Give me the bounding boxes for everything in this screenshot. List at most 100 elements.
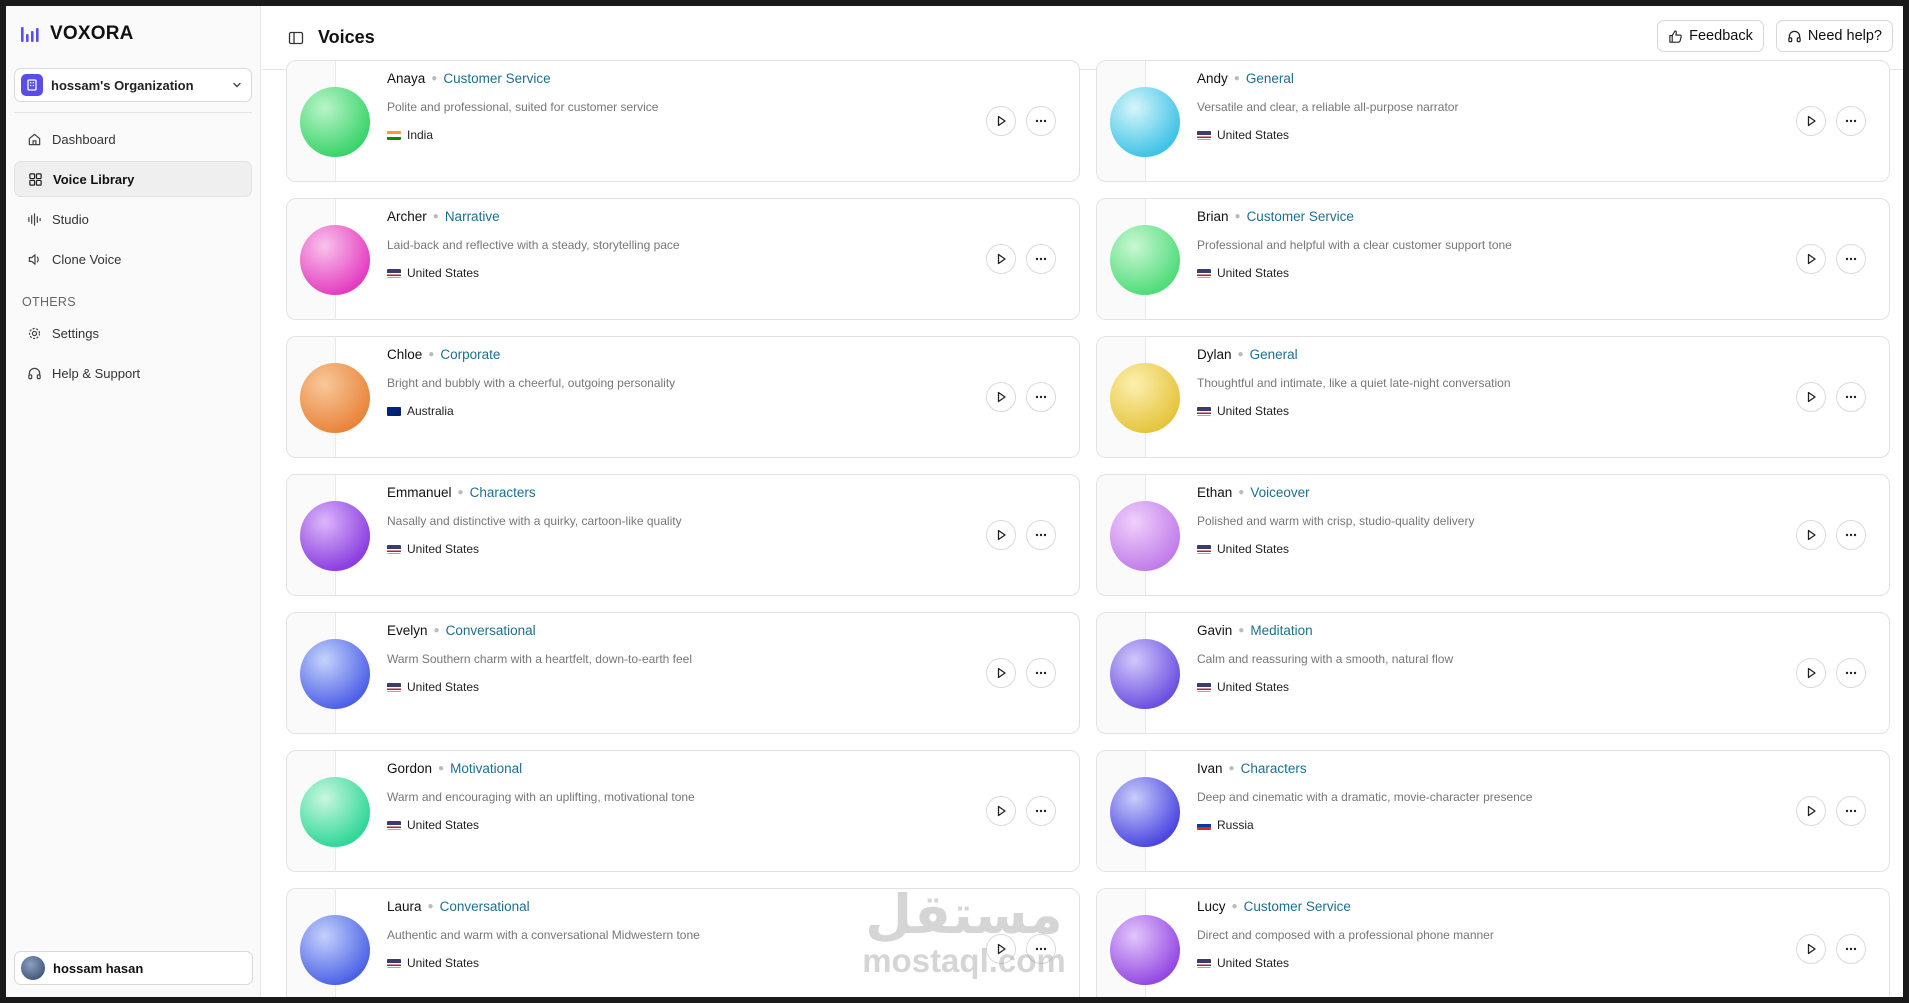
voice-card[interactable]: Archer ● Narrative Laid-back and reflect… bbox=[286, 198, 1080, 320]
sidebar-item-settings[interactable]: Settings bbox=[14, 315, 252, 351]
voice-avatar-orb bbox=[1110, 915, 1180, 985]
voice-category[interactable]: Customer Service bbox=[443, 71, 550, 86]
voice-card[interactable]: Laura ● Conversational Authentic and war… bbox=[286, 888, 1080, 997]
voice-category[interactable]: Conversational bbox=[446, 623, 536, 638]
flag-icon bbox=[1197, 820, 1211, 830]
voice-category[interactable]: General bbox=[1246, 71, 1294, 86]
voice-category[interactable]: Corporate bbox=[440, 347, 500, 362]
play-button[interactable] bbox=[986, 658, 1016, 688]
voice-country: United States bbox=[1197, 128, 1458, 142]
play-button[interactable] bbox=[1796, 658, 1826, 688]
voice-card[interactable]: Andy ● General Versatile and clear, a re… bbox=[1096, 60, 1890, 182]
play-button[interactable] bbox=[1796, 382, 1826, 412]
voice-card[interactable]: Gordon ● Motivational Warm and encouragi… bbox=[286, 750, 1080, 872]
voice-category[interactable]: Narrative bbox=[445, 209, 500, 224]
play-button[interactable] bbox=[1796, 244, 1826, 274]
top-actions: Feedback Need help? bbox=[1657, 20, 1893, 52]
play-button[interactable] bbox=[986, 796, 1016, 826]
org-switcher[interactable]: hossam's Organization bbox=[14, 68, 252, 102]
country-name: United States bbox=[407, 542, 480, 556]
flag-icon bbox=[1197, 406, 1211, 416]
play-button[interactable] bbox=[1796, 934, 1826, 964]
voice-card[interactable]: Lucy ● Customer Service Direct and compo… bbox=[1096, 888, 1890, 997]
more-options-button[interactable] bbox=[1026, 520, 1056, 550]
flag-icon bbox=[1197, 268, 1211, 278]
more-options-button[interactable] bbox=[1026, 106, 1056, 136]
voice-card[interactable]: Emmanuel ● Characters Nasally and distin… bbox=[286, 474, 1080, 596]
play-button[interactable] bbox=[986, 106, 1016, 136]
more-options-button[interactable] bbox=[1026, 244, 1056, 274]
voice-card[interactable]: Anaya ● Customer Service Polite and prof… bbox=[286, 60, 1080, 182]
voice-card[interactable]: Evelyn ● Conversational Warm Southern ch… bbox=[286, 612, 1080, 734]
voice-name: Ethan bbox=[1197, 485, 1233, 500]
voice-card[interactable]: Ivan ● Characters Deep and cinematic wit… bbox=[1096, 750, 1890, 872]
more-options-button[interactable] bbox=[1026, 658, 1056, 688]
thumbs-up-icon bbox=[1669, 29, 1682, 43]
voice-meta: Gordon ● Motivational Warm and encouragi… bbox=[387, 761, 695, 832]
voice-category[interactable]: Customer Service bbox=[1247, 209, 1354, 224]
sidebar: VOXORA hossam's Organization Dashboard V… bbox=[6, 6, 261, 997]
more-options-button[interactable] bbox=[1836, 520, 1866, 550]
building-icon bbox=[21, 74, 43, 96]
sidebar-toggle-icon[interactable] bbox=[288, 30, 304, 46]
more-options-button[interactable] bbox=[1836, 796, 1866, 826]
sidebar-item-studio[interactable]: Studio bbox=[14, 201, 252, 237]
user-menu[interactable]: hossam hasan bbox=[14, 951, 253, 985]
voice-category[interactable]: Motivational bbox=[450, 761, 522, 776]
play-icon bbox=[1807, 391, 1816, 403]
more-options-button[interactable] bbox=[1026, 382, 1056, 412]
country-name: United States bbox=[1217, 542, 1290, 556]
more-options-button[interactable] bbox=[1026, 796, 1056, 826]
more-horizontal-icon bbox=[1035, 671, 1047, 675]
play-button[interactable] bbox=[986, 382, 1016, 412]
more-options-button[interactable] bbox=[1836, 658, 1866, 688]
sidebar-item-label: Help & Support bbox=[52, 365, 141, 381]
voice-category[interactable]: General bbox=[1250, 347, 1298, 362]
voice-card[interactable]: Brian ● Customer Service Professional an… bbox=[1096, 198, 1890, 320]
more-options-button[interactable] bbox=[1026, 934, 1056, 964]
voice-name: Brian bbox=[1197, 209, 1229, 224]
voice-actions bbox=[986, 658, 1056, 688]
voice-category[interactable]: Customer Service bbox=[1244, 899, 1351, 914]
more-options-button[interactable] bbox=[1836, 382, 1866, 412]
voice-title-line: Ivan ● Characters bbox=[1197, 761, 1532, 776]
play-button[interactable] bbox=[986, 244, 1016, 274]
sidebar-item-voice-library[interactable]: Voice Library bbox=[14, 161, 252, 197]
voice-meta: Ivan ● Characters Deep and cinematic wit… bbox=[1197, 761, 1532, 832]
voice-card[interactable]: Ethan ● Voiceover Polished and warm with… bbox=[1096, 474, 1890, 596]
voice-name: Dylan bbox=[1197, 347, 1232, 362]
more-options-button[interactable] bbox=[1836, 106, 1866, 136]
more-options-button[interactable] bbox=[1836, 244, 1866, 274]
more-horizontal-icon bbox=[1035, 119, 1047, 123]
feedback-button[interactable]: Feedback bbox=[1657, 20, 1764, 52]
play-icon bbox=[1807, 115, 1816, 127]
voice-avatar-orb bbox=[300, 501, 370, 571]
play-button[interactable] bbox=[1796, 106, 1826, 136]
voice-category[interactable]: Voiceover bbox=[1250, 485, 1309, 500]
voice-card[interactable]: Chloe ● Corporate Bright and bubbly with… bbox=[286, 336, 1080, 458]
sidebar-item-label: Settings bbox=[52, 325, 99, 341]
play-button[interactable] bbox=[1796, 520, 1826, 550]
sidebar-item-help-support[interactable]: Help & Support bbox=[14, 355, 252, 391]
more-options-button[interactable] bbox=[1836, 934, 1866, 964]
voice-category[interactable]: Characters bbox=[1241, 761, 1307, 776]
voice-description: Calm and reassuring with a smooth, natur… bbox=[1197, 652, 1454, 666]
voice-description: Bright and bubbly with a cheerful, outgo… bbox=[387, 376, 676, 390]
voice-card[interactable]: Gavin ● Meditation Calm and reassuring w… bbox=[1096, 612, 1890, 734]
sidebar-item-label: Voice Library bbox=[53, 171, 135, 187]
sidebar-item-dashboard[interactable]: Dashboard bbox=[14, 121, 252, 157]
play-button[interactable] bbox=[1796, 796, 1826, 826]
voice-category[interactable]: Meditation bbox=[1250, 623, 1312, 638]
need-help-button[interactable]: Need help? bbox=[1775, 20, 1893, 52]
play-button[interactable] bbox=[986, 934, 1016, 964]
voice-card[interactable]: Dylan ● General Thoughtful and intimate,… bbox=[1096, 336, 1890, 458]
brand[interactable]: VOXORA bbox=[6, 6, 260, 62]
voice-country: United States bbox=[387, 818, 695, 832]
voice-category[interactable]: Characters bbox=[470, 485, 536, 500]
sidebar-item-clone-voice[interactable]: Clone Voice bbox=[14, 241, 252, 277]
voice-avatar-orb bbox=[300, 639, 370, 709]
voice-category[interactable]: Conversational bbox=[440, 899, 530, 914]
play-icon bbox=[1807, 529, 1816, 541]
play-button[interactable] bbox=[986, 520, 1016, 550]
separator-dot-icon: ● bbox=[1238, 625, 1245, 636]
